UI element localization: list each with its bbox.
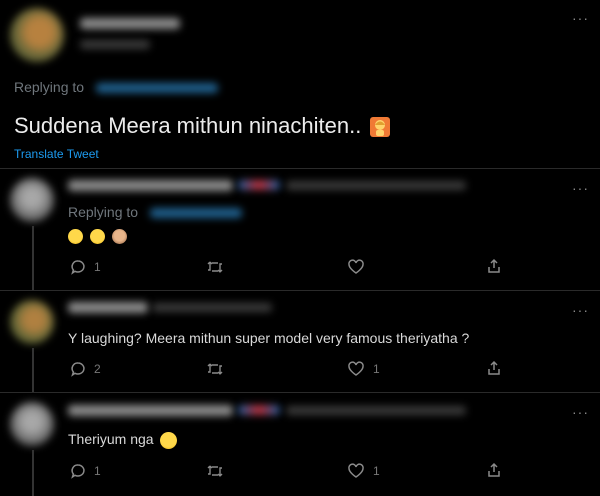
main-replying-handle[interactable] — [96, 83, 218, 93]
main-author-avatar[interactable] — [10, 8, 64, 62]
reply-2-text: Y laughing? Meera mithun super model ver… — [68, 330, 470, 346]
comment-icon — [71, 260, 85, 275]
reply-3-share-button[interactable] — [486, 462, 502, 478]
reply-1-replying-label: Replying to — [68, 204, 139, 220]
reply-3-reply-button[interactable]: 1 — [70, 463, 101, 479]
heart-icon — [348, 463, 364, 478]
reply-1-share-button[interactable] — [486, 258, 502, 274]
divider — [0, 168, 600, 169]
woman-raising-hand-emoji — [369, 116, 391, 138]
reply-1-handle[interactable] — [286, 181, 466, 190]
main-more-button[interactable]: ··· — [572, 10, 589, 26]
retweet-icon — [207, 363, 223, 375]
reply-2-share-button[interactable] — [486, 360, 502, 376]
reply-3-avatar[interactable] — [10, 402, 54, 446]
reply-3-text: Theriyum nga — [68, 431, 180, 449]
reply-2-reply-button[interactable]: 2 — [70, 361, 101, 377]
heart-icon — [348, 361, 364, 376]
reply-2-author-name[interactable] — [68, 302, 148, 313]
reply-1-emojis — [68, 227, 130, 244]
reply-1-more-button[interactable]: ··· — [572, 180, 589, 196]
main-replying-label: Replying to — [14, 79, 85, 95]
thread-line — [32, 348, 34, 392]
reply-2-handle[interactable] — [152, 303, 272, 312]
reply-1-retweet-button[interactable] — [206, 259, 232, 275]
reply-2-retweet-button[interactable] — [206, 361, 232, 377]
reply-1-avatar[interactable] — [10, 178, 54, 222]
comment-icon — [71, 464, 85, 479]
share-icon — [488, 462, 500, 477]
reply-1-author-name[interactable] — [68, 180, 233, 191]
reply-2-like-button[interactable]: 1 — [347, 361, 380, 377]
see-no-evil-monkey-emoji — [111, 228, 127, 244]
reply-3-name-decoration — [238, 405, 280, 415]
retweet-icon — [207, 465, 223, 477]
reply-2-avatar[interactable] — [10, 300, 54, 344]
main-author-name[interactable] — [80, 18, 180, 29]
divider — [0, 290, 600, 291]
share-icon — [488, 360, 500, 375]
comment-icon — [71, 362, 85, 377]
reply-1-replying-handle[interactable] — [150, 208, 242, 218]
reply-2-more-button[interactable]: ··· — [572, 302, 589, 318]
tears-of-joy-emoji — [89, 228, 105, 244]
main-tweet-text: Suddena Meera mithun ninachiten.. — [14, 113, 391, 139]
translate-tweet-link[interactable]: Translate Tweet — [14, 147, 99, 161]
main-author-handle[interactable] — [80, 40, 150, 49]
retweet-icon — [207, 261, 223, 273]
reply-3-like-button[interactable]: 1 — [347, 463, 380, 479]
heart-icon — [348, 259, 364, 274]
tears-of-joy-emoji — [68, 228, 83, 244]
reply-3-more-button[interactable]: ··· — [572, 404, 589, 420]
reply-1-name-decoration — [238, 180, 280, 190]
thread-line — [32, 450, 34, 496]
reply-3-retweet-button[interactable] — [206, 463, 232, 479]
reply-1-like-button[interactable] — [347, 259, 373, 275]
thread-line — [32, 226, 34, 290]
divider — [0, 392, 600, 393]
smiling-face-emoji — [160, 431, 178, 449]
reply-1-reply-button[interactable]: 1 — [70, 259, 101, 275]
share-icon — [488, 258, 500, 273]
reply-3-handle[interactable] — [286, 406, 466, 415]
reply-3-author-name[interactable] — [68, 405, 233, 416]
